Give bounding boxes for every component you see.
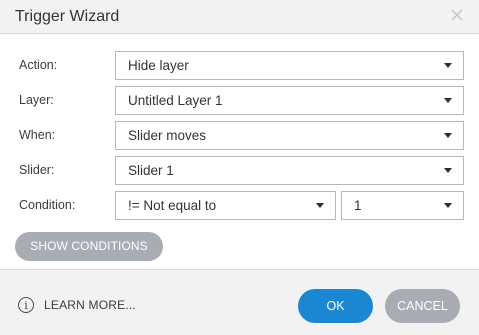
chevron-down-icon — [444, 63, 452, 68]
slider-label: Slider: — [19, 163, 55, 177]
dialog-title: Trigger Wizard — [15, 8, 120, 25]
action-label: Action: — [19, 58, 58, 72]
slider-select[interactable]: Slider 1 — [115, 156, 464, 185]
ok-button[interactable]: OK — [298, 289, 373, 323]
condition-label: Condition: — [19, 198, 76, 212]
dialog-header: Trigger Wizard — [0, 0, 479, 34]
close-icon[interactable] — [449, 7, 465, 23]
chevron-down-icon — [444, 168, 452, 173]
action-select[interactable]: Hide layer — [115, 51, 464, 80]
when-label: When: — [19, 128, 56, 142]
learn-more-label: LEARN MORE... — [44, 298, 136, 312]
action-value: Hide layer — [128, 58, 189, 73]
chevron-down-icon — [444, 203, 452, 208]
layer-value: Untitled Layer 1 — [128, 93, 223, 108]
when-select[interactable]: Slider moves — [115, 121, 464, 150]
chevron-down-icon — [444, 133, 452, 138]
show-conditions-button[interactable]: SHOW CONDITIONS — [15, 232, 163, 261]
layer-label: Layer: — [19, 93, 54, 107]
slider-value: Slider 1 — [128, 163, 174, 178]
condition-value-select[interactable]: 1 — [341, 191, 464, 220]
cancel-button[interactable]: CANCEL — [385, 289, 460, 323]
chevron-down-icon — [444, 98, 452, 103]
condition-operator-select[interactable]: != Not equal to — [115, 191, 336, 220]
layer-select[interactable]: Untitled Layer 1 — [115, 86, 464, 115]
info-icon: i — [18, 297, 34, 313]
learn-more-link[interactable]: i LEARN MORE... — [18, 295, 136, 315]
when-value: Slider moves — [128, 128, 207, 143]
condition-value: 1 — [354, 198, 362, 213]
dialog-footer: i LEARN MORE... OK CANCEL — [0, 269, 479, 335]
chevron-down-icon — [316, 203, 324, 208]
condition-operator-value: != Not equal to — [128, 198, 217, 213]
